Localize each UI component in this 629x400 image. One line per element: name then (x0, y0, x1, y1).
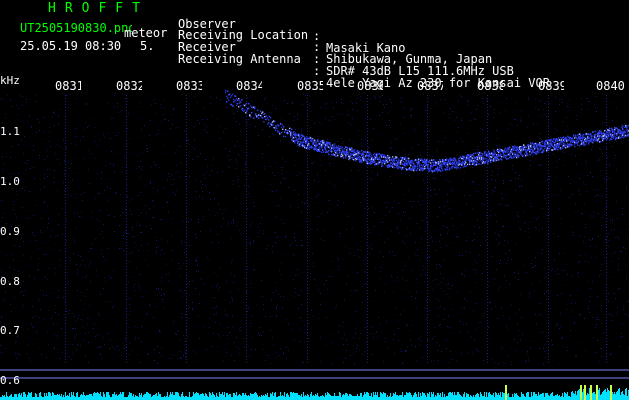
freq-label-0.9: 0.9 (0, 225, 20, 238)
time-label-0833: 0833 (176, 80, 202, 92)
freq-label-0.6: 0.6 (0, 374, 20, 387)
echo-count: 5. (140, 39, 155, 53)
info-antenna: Receiving Antenna : 4ele Yagi Az 230 for… (178, 41, 550, 89)
time-label-0837: 0837 (417, 80, 443, 92)
time-label-0831: 0831 (55, 80, 81, 92)
info-location: Receiving Location : Shibukawa, Gunma, J… (178, 17, 492, 65)
axis-unit: kHz (0, 74, 20, 87)
time-label-0834: 0834 (236, 80, 262, 92)
file-name: UT2505190830.png (20, 22, 132, 34)
info-label: Receiving Antenna (178, 52, 301, 66)
time-label-0839: 0839 (538, 80, 564, 92)
time-label-0840: 0840 (596, 80, 625, 92)
background-noise (0, 95, 629, 365)
app-logo: HROFFT (48, 1, 149, 16)
freq-label-0.7: 0.7 (0, 324, 20, 337)
date-time: 25.05.19 08:30 (20, 39, 122, 53)
time-label-0832: 0832 (116, 80, 142, 92)
info-colon: : (313, 64, 321, 78)
mode-label: meteor (124, 26, 168, 40)
freq-label-1.0: 1.0 (0, 175, 20, 188)
time-label-0838: 0838 (477, 80, 503, 92)
freq-label-1.1: 1.1 (0, 125, 20, 138)
freq-label-0.8: 0.8 (0, 275, 20, 288)
minute-markers (65, 95, 607, 363)
noise-floor-graph (0, 385, 629, 400)
spectrogram-screen: HROFFT UT2505190830.png meteor 25.05.19 … (0, 0, 629, 400)
time-label-0836: 0836 (357, 80, 383, 92)
info-receiver: Receiver : SDR# 43dB L15 111.6MHz USB (178, 29, 514, 77)
time-label-0835: 0835 (297, 80, 323, 92)
